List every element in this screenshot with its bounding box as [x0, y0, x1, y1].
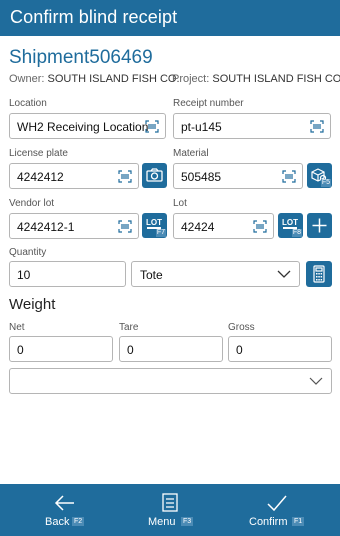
checkmark-icon	[267, 495, 287, 512]
quantity-field[interactable]: 10	[9, 261, 126, 287]
location-field[interactable]: WH2 Receiving Location	[9, 113, 166, 139]
bottom-action-bar: Back F2 Menu F3 Confirm F1	[0, 484, 340, 536]
camera-icon	[146, 168, 163, 182]
page-title: Confirm blind receipt	[10, 7, 178, 27]
tare-weight-field[interactable]: 0	[119, 336, 223, 362]
uom-select[interactable]: Tote	[131, 261, 300, 287]
project-value: SOUTH ISLAND FISH CO	[212, 73, 340, 85]
barcode-scan-icon[interactable]	[253, 220, 267, 233]
fkey-badge: F7	[155, 229, 166, 237]
fkey-badge: F8	[291, 229, 302, 237]
menu-list-icon	[162, 493, 178, 512]
vendor-lot-value: 4242412-1	[17, 220, 75, 234]
menu-label: Menu	[148, 516, 176, 528]
arrow-left-icon	[54, 495, 74, 511]
back-button[interactable]: Back F2	[27, 484, 107, 536]
back-label: Back	[45, 516, 70, 528]
barcode-scan-icon[interactable]	[310, 120, 324, 133]
camera-button[interactable]	[142, 163, 167, 188]
license-plate-label: License plate	[9, 148, 68, 159]
barcode-scan-icon[interactable]	[118, 170, 132, 183]
uom-value: Tote	[140, 268, 163, 282]
weight-unit-select[interactable]	[9, 368, 332, 394]
tare-weight-value: 0	[127, 343, 134, 357]
net-weight-value: 0	[17, 343, 24, 357]
add-lot-button[interactable]	[307, 213, 332, 238]
material-label: Material	[173, 148, 209, 159]
vendor-lot-field[interactable]: 4242412-1	[9, 213, 139, 239]
net-weight-field[interactable]: 0	[9, 336, 113, 362]
receipt-number-label: Receipt number	[173, 98, 244, 109]
location-value: WH2 Receiving Location	[17, 120, 149, 134]
owner-info: Owner: SOUTH ISLAND FISH CO.	[9, 73, 180, 85]
calculator-button[interactable]	[306, 261, 332, 287]
app-header: Confirm blind receipt	[0, 0, 340, 36]
gross-weight-field[interactable]: 0	[228, 336, 332, 362]
location-label: Location	[9, 98, 47, 109]
plus-icon	[312, 218, 327, 233]
lot-label: Lot	[173, 198, 187, 209]
license-plate-field[interactable]: 4242412	[9, 163, 139, 189]
gross-label: Gross	[228, 322, 255, 333]
quantity-label: Quantity	[9, 247, 47, 258]
tare-label: Tare	[119, 322, 139, 333]
material-field[interactable]: 505485	[173, 163, 303, 189]
confirm-button[interactable]: Confirm F1	[240, 484, 320, 536]
barcode-scan-icon[interactable]	[118, 220, 132, 233]
vendor-lot-button[interactable]: LOT F7	[142, 213, 167, 238]
lot-icon-text: LOT	[146, 218, 162, 227]
calculator-icon	[313, 265, 325, 283]
receipt-number-field[interactable]: pt-u145	[173, 113, 331, 139]
owner-value: SOUTH ISLAND FISH CO.	[47, 73, 180, 85]
lot-icon-text: LOT	[282, 218, 298, 227]
fkey-badge: F1	[292, 517, 305, 526]
net-label: Net	[9, 322, 25, 333]
chevron-down-icon	[277, 270, 291, 278]
confirm-label: Confirm	[249, 516, 288, 528]
menu-button[interactable]: Menu F3	[132, 484, 212, 536]
gross-weight-value: 0	[236, 343, 243, 357]
material-lookup-button[interactable]: F5	[307, 163, 332, 188]
project-info: Project: SOUTH ISLAND FISH CO	[172, 73, 340, 85]
owner-label: Owner:	[9, 73, 45, 85]
chevron-down-icon	[309, 377, 323, 385]
weight-heading: Weight	[9, 296, 56, 313]
quantity-value: 10	[17, 268, 31, 282]
license-plate-value: 4242412	[17, 170, 64, 184]
lot-value: 42424	[181, 220, 215, 234]
shipment-id: Shipment506469	[9, 47, 153, 68]
fkey-badge: F2	[72, 517, 85, 526]
lot-field[interactable]: 42424	[173, 213, 274, 239]
project-label: Project:	[172, 73, 210, 85]
receipt-number-value: pt-u145	[181, 120, 222, 134]
fkey-badge: F3	[181, 517, 194, 526]
barcode-scan-icon[interactable]	[145, 120, 159, 133]
barcode-scan-icon[interactable]	[282, 170, 296, 183]
fkey-badge: F5	[320, 179, 331, 187]
lot-button[interactable]: LOT F8	[278, 213, 303, 238]
vendor-lot-label: Vendor lot	[9, 198, 55, 209]
material-value: 505485	[181, 170, 222, 184]
